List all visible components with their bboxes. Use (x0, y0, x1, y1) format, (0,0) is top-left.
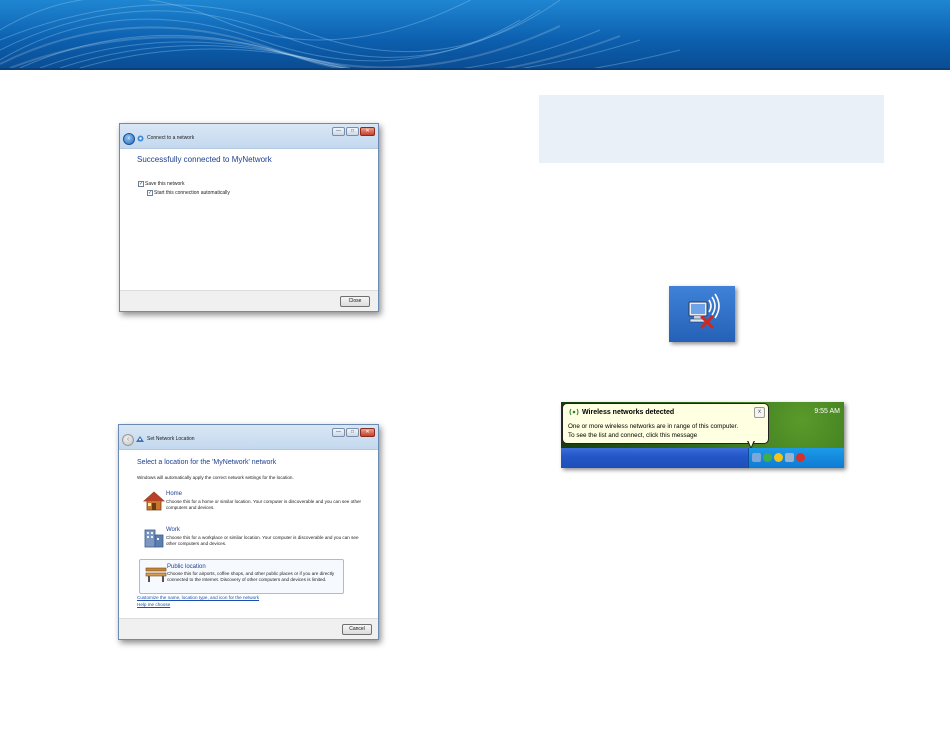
dialog-title: Set Network Location (147, 436, 195, 442)
park-bench-icon (145, 567, 167, 582)
window-controls: — □ ✕ (332, 127, 375, 136)
dialog-subtext: Windows will automatically apply the cor… (137, 475, 294, 480)
cancel-button[interactable]: Cancel (342, 624, 372, 635)
public-location-option[interactable]: Public location Choose this for airports… (139, 559, 344, 594)
close-window-button[interactable]: ✕ (360, 127, 375, 136)
dialog-titlebar: ‹ Connect to a network — □ ✕ (120, 124, 378, 149)
note-box (539, 95, 884, 163)
dialog-title: Connect to a network (147, 135, 195, 141)
home-option[interactable]: Home Choose this for a home or similar l… (139, 491, 361, 513)
auto-connect-checkbox[interactable]: ✓ (147, 190, 153, 196)
wireless-disconnected-tray-icon[interactable] (669, 286, 735, 342)
balloon-line-1: One or more wireless networks are in ran… (568, 423, 739, 430)
minimize-button[interactable]: — (332, 428, 345, 437)
window-controls: — □ ✕ (332, 428, 375, 437)
save-network-checkbox[interactable]: ✓ (138, 181, 144, 187)
balloon-line-2: To see the list and connect, click this … (568, 432, 698, 439)
security-shield-icon[interactable] (774, 453, 783, 462)
home-option-title: Home (166, 491, 183, 497)
balloon-message: One or more wireless networks are in ran… (568, 422, 738, 440)
xp-wireless-notification: Wireless networks detected x One or more… (561, 402, 844, 468)
taskbar-clock[interactable]: 9:55 AM (814, 408, 840, 415)
minimize-button[interactable]: — (332, 127, 345, 136)
wireless-computer-icon (688, 293, 720, 329)
maximize-button[interactable]: □ (346, 127, 359, 136)
wireless-tray-icon[interactable] (752, 453, 761, 462)
customize-network-link[interactable]: Customize the name, location type, and i… (137, 595, 259, 600)
network-icon (137, 135, 144, 142)
close-button[interactable]: Close (340, 296, 370, 307)
house-icon (143, 491, 165, 511)
work-option-description: Choose this for a workplace or similar l… (166, 535, 359, 546)
dialog-heading: Successfully connected to MyNetwork (137, 155, 272, 164)
dialog-heading: Select a location for the 'MyNetwork' ne… (137, 459, 277, 466)
maximize-button[interactable]: □ (346, 428, 359, 437)
work-option-title: Work (166, 527, 180, 533)
wireless-signal-icon (569, 408, 579, 416)
network-location-icon (136, 436, 144, 442)
dialog-titlebar: ‹ Set Network Location — □ ✕ (119, 425, 378, 450)
network-tray-icon[interactable] (785, 453, 794, 462)
help-me-choose-link[interactable]: Help me choose (137, 602, 170, 607)
close-window-button[interactable]: ✕ (360, 428, 375, 437)
back-arrow-icon[interactable]: ‹ (123, 133, 135, 145)
balloon-title: Wireless networks detected (582, 409, 675, 416)
header-banner (0, 0, 950, 68)
connect-network-dialog: ‹ Connect to a network — □ ✕ Successfull… (119, 123, 379, 312)
wireless-networks-balloon[interactable]: Wireless networks detected x One or more… (562, 403, 769, 444)
home-option-description: Choose this for a home or similar locati… (166, 499, 362, 510)
update-tray-icon[interactable] (763, 453, 772, 462)
banner-rule (0, 68, 950, 70)
office-building-icon (144, 529, 164, 548)
dialog-footer: Cancel (119, 618, 378, 639)
public-option-description: Choose this for airports, coffee shops, … (167, 571, 335, 582)
work-option[interactable]: Work Choose this for a workplace or simi… (139, 527, 359, 549)
back-arrow-icon[interactable]: ‹ (122, 434, 134, 446)
auto-connect-label: Start this connection automatically (154, 190, 230, 196)
set-network-location-dialog: ‹ Set Network Location — □ ✕ Select a lo… (118, 424, 379, 640)
public-option-title: Public location (167, 564, 206, 570)
save-network-label: Save this network (145, 181, 185, 187)
balloon-pointer-fill (748, 440, 754, 447)
banner-wave-graphic (0, 0, 681, 68)
dialog-footer: Close (120, 290, 378, 311)
balloon-close-button[interactable]: x (754, 407, 765, 418)
alert-x-icon[interactable] (796, 453, 805, 462)
